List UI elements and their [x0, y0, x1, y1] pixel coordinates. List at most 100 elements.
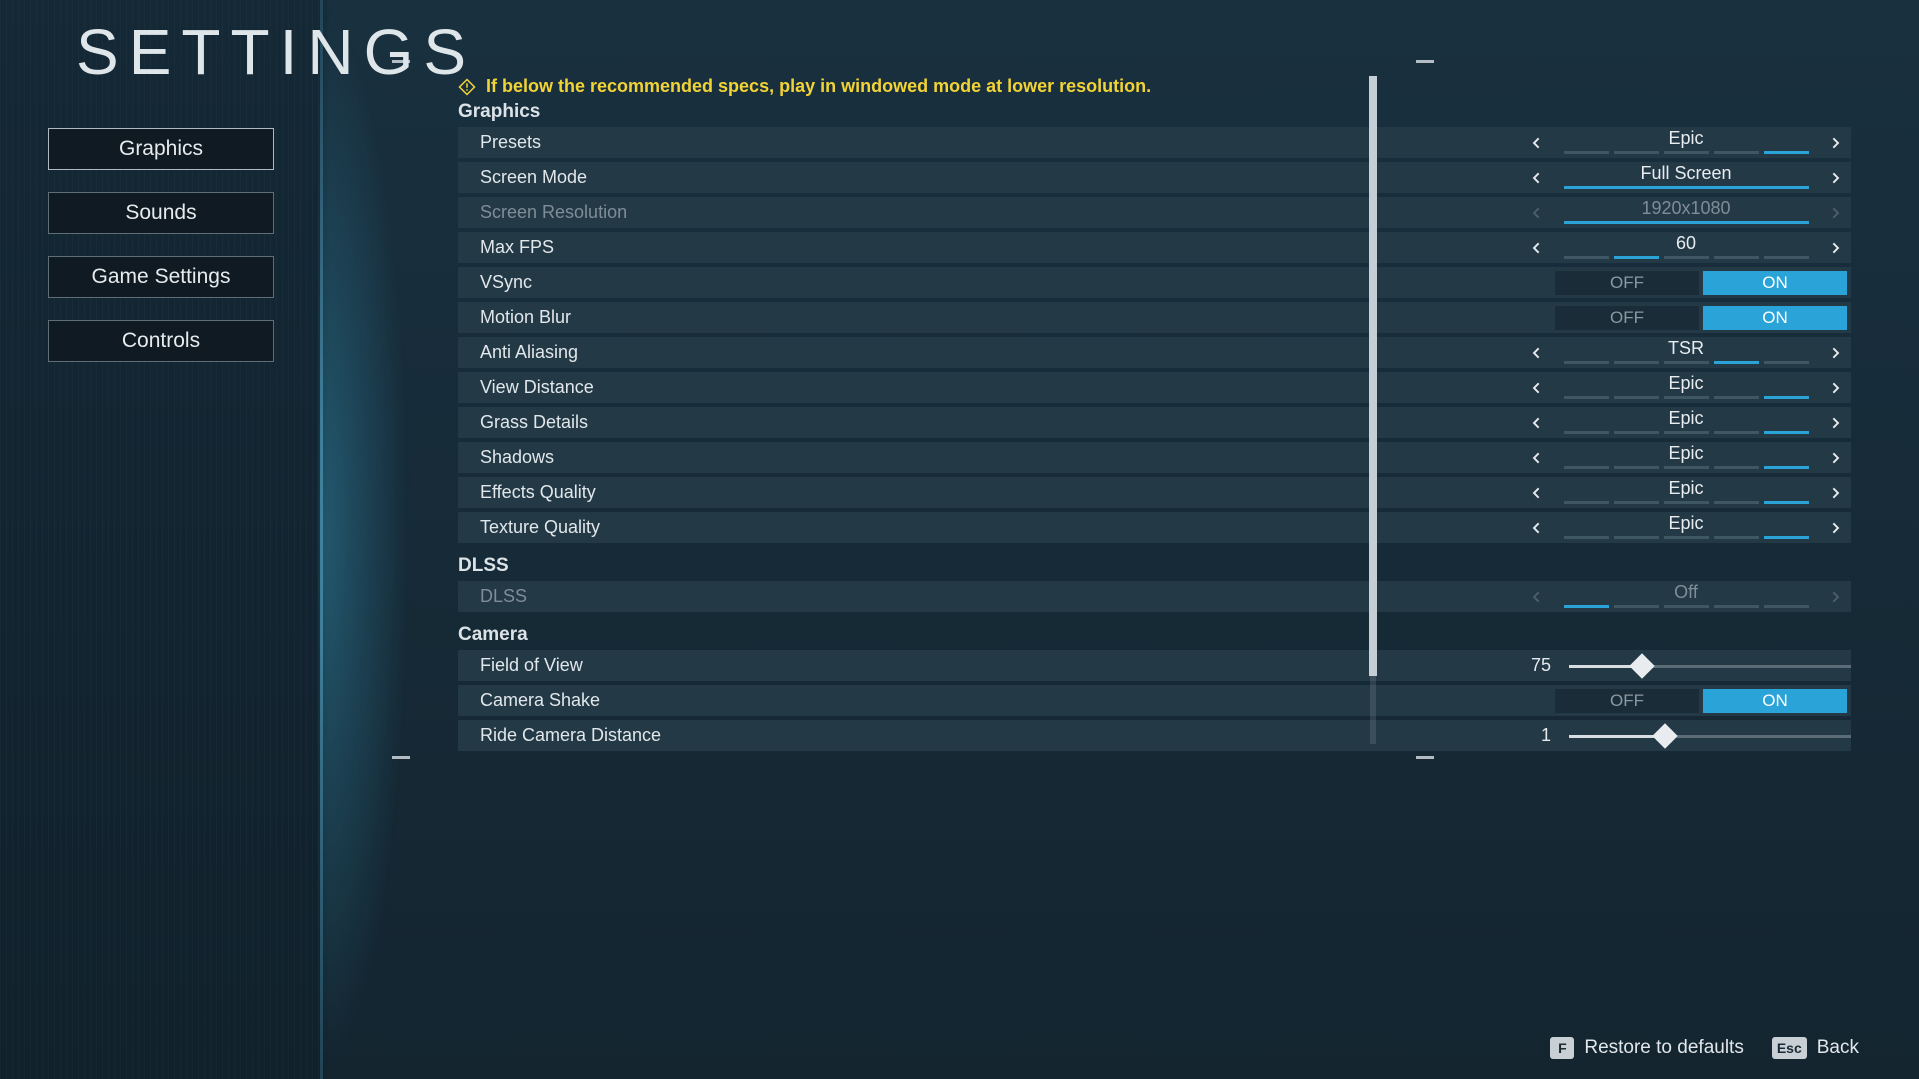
chevron-right-icon[interactable] — [1821, 443, 1851, 473]
toggle-on[interactable]: ON — [1703, 271, 1847, 295]
selector-max-fps[interactable]: 60 — [1521, 232, 1851, 263]
chevron-left-icon[interactable] — [1521, 478, 1551, 508]
chevron-right-icon[interactable] — [1821, 373, 1851, 403]
corner-dash — [1416, 60, 1434, 63]
selector-ticks — [1564, 431, 1809, 434]
chevron-left-icon[interactable] — [1521, 408, 1551, 438]
graphics-rows: PresetsEpicScreen ModeFull ScreenScreen … — [458, 127, 1851, 543]
chevron-right-icon[interactable] — [1821, 408, 1851, 438]
setting-value: Epic — [1668, 129, 1703, 147]
chevron-right-icon[interactable] — [1821, 338, 1851, 368]
slider-thumb[interactable] — [1652, 723, 1677, 748]
sidebar-item-graphics[interactable]: Graphics — [48, 128, 274, 170]
chevron-left-icon[interactable] — [1521, 513, 1551, 543]
toggle-camera-shake: OFFON — [1551, 685, 1851, 716]
chevron-left-icon[interactable] — [1521, 373, 1551, 403]
scrollbar-thumb[interactable] — [1369, 76, 1377, 676]
setting-label: Motion Blur — [480, 307, 1551, 328]
setting-row-anti-aliasing: Anti Aliasing TSR — [458, 337, 1851, 368]
setting-value: 1920x1080 — [1641, 199, 1730, 217]
setting-row-effects-quality: Effects Quality Epic — [458, 477, 1851, 508]
setting-label: Effects Quality — [480, 482, 1521, 503]
chevron-left-icon[interactable] — [1521, 233, 1551, 263]
sidebar-item-sounds[interactable]: Sounds — [48, 192, 274, 234]
chevron-left-icon[interactable] — [1521, 163, 1551, 193]
chevron-right-icon[interactable] — [1821, 478, 1851, 508]
selector-presets[interactable]: Epic — [1521, 127, 1851, 158]
selector-ticks — [1564, 361, 1809, 364]
setting-row-view-distance: View DistanceEpic — [458, 372, 1851, 403]
setting-label: Ride Camera Distance — [480, 725, 1511, 746]
setting-row-presets: PresetsEpic — [458, 127, 1851, 158]
selector-dlss[interactable]: Off — [1521, 581, 1851, 612]
selector-screen-resolution[interactable]: 1920x1080 — [1521, 197, 1851, 228]
chevron-right-icon[interactable] — [1821, 513, 1851, 543]
page-title: SETTINGS — [76, 15, 476, 89]
selector-ticks — [1564, 151, 1809, 154]
sidebar-item-game-settings[interactable]: Game Settings — [48, 256, 274, 298]
chevron-right-icon — [1821, 198, 1851, 228]
toggle-off[interactable]: OFF — [1555, 271, 1699, 295]
settings-panel: If below the recommended specs, play in … — [458, 76, 1851, 1009]
setting-row-grass-details: Grass Details Epic — [458, 407, 1851, 438]
toggle-off[interactable]: OFF — [1555, 689, 1699, 713]
toggle-off[interactable]: OFF — [1555, 306, 1699, 330]
selector-anti-aliasing[interactable]: TSR — [1521, 337, 1851, 368]
selector-shadows[interactable]: Epic — [1521, 442, 1851, 473]
selector-effects-quality[interactable]: Epic — [1521, 477, 1851, 508]
selector-texture-quality[interactable]: Epic — [1521, 512, 1851, 543]
warning-icon — [458, 78, 476, 96]
setting-row-max-fps: Max FPS60 — [458, 232, 1851, 263]
setting-label: Screen Resolution — [480, 202, 1521, 223]
selector-screen-mode[interactable]: Full Screen — [1521, 162, 1851, 193]
slider-ride-cam[interactable] — [1569, 726, 1851, 746]
divider-line — [320, 0, 323, 1079]
chevron-right-icon[interactable] — [1821, 233, 1851, 263]
setting-row-dlss: DLSS Off — [458, 581, 1851, 612]
chevron-left-icon[interactable] — [1521, 128, 1551, 158]
chevron-left-icon[interactable] — [1521, 338, 1551, 368]
slider-fov[interactable] — [1569, 656, 1851, 676]
warning-text: If below the recommended specs, play in … — [486, 76, 1151, 97]
key-hint-f: F — [1550, 1037, 1574, 1059]
selector-view-distance[interactable]: Epic — [1521, 372, 1851, 403]
selector-ticks — [1564, 466, 1809, 469]
sidebar-item-controls[interactable]: Controls — [48, 320, 274, 362]
setting-label: DLSS — [480, 586, 1521, 607]
section-header-graphics: Graphics — [458, 101, 1851, 123]
setting-row-fov: Field of View75 — [458, 650, 1851, 681]
slider-thumb[interactable] — [1630, 653, 1655, 678]
setting-value: Epic — [1668, 409, 1703, 427]
toggle-on[interactable]: ON — [1703, 689, 1847, 713]
back-button[interactable]: Esc Back — [1772, 1037, 1859, 1059]
setting-row-texture-quality: Texture QualityEpic — [458, 512, 1851, 543]
setting-value: Off — [1674, 583, 1698, 601]
setting-label: Field of View — [480, 655, 1511, 676]
setting-value: Epic — [1668, 374, 1703, 392]
chevron-left-icon[interactable] — [1521, 443, 1551, 473]
setting-label: Shadows — [480, 447, 1521, 468]
setting-value: TSR — [1668, 339, 1704, 357]
toggle-motion-blur: OFFON — [1551, 302, 1851, 333]
setting-value: Epic — [1668, 479, 1703, 497]
chevron-right-icon[interactable] — [1821, 128, 1851, 158]
setting-row-motion-blur: Motion BlurOFFON — [458, 302, 1851, 333]
selector-grass-details[interactable]: Epic — [1521, 407, 1851, 438]
setting-label: Grass Details — [480, 412, 1521, 433]
slider-value: 1 — [1511, 725, 1551, 746]
section-header-camera: Camera — [458, 624, 1851, 646]
key-hint-esc: Esc — [1772, 1037, 1807, 1059]
setting-value: 60 — [1676, 234, 1696, 252]
restore-defaults-button[interactable]: F Restore to defaults — [1550, 1037, 1743, 1059]
setting-value: Epic — [1668, 444, 1703, 462]
selector-ticks — [1564, 501, 1809, 504]
setting-row-ride-cam: Ride Camera Distance1 — [458, 720, 1851, 751]
toggle-on[interactable]: ON — [1703, 306, 1847, 330]
chevron-right-icon[interactable] — [1821, 163, 1851, 193]
chevron-right-icon — [1821, 582, 1851, 612]
setting-row-camera-shake: Camera ShakeOFFON — [458, 685, 1851, 716]
setting-label: Anti Aliasing — [480, 342, 1521, 363]
setting-label: Camera Shake — [480, 690, 1551, 711]
section-header-dlss: DLSS — [458, 555, 1851, 577]
setting-row-vsync: VSyncOFFON — [458, 267, 1851, 298]
